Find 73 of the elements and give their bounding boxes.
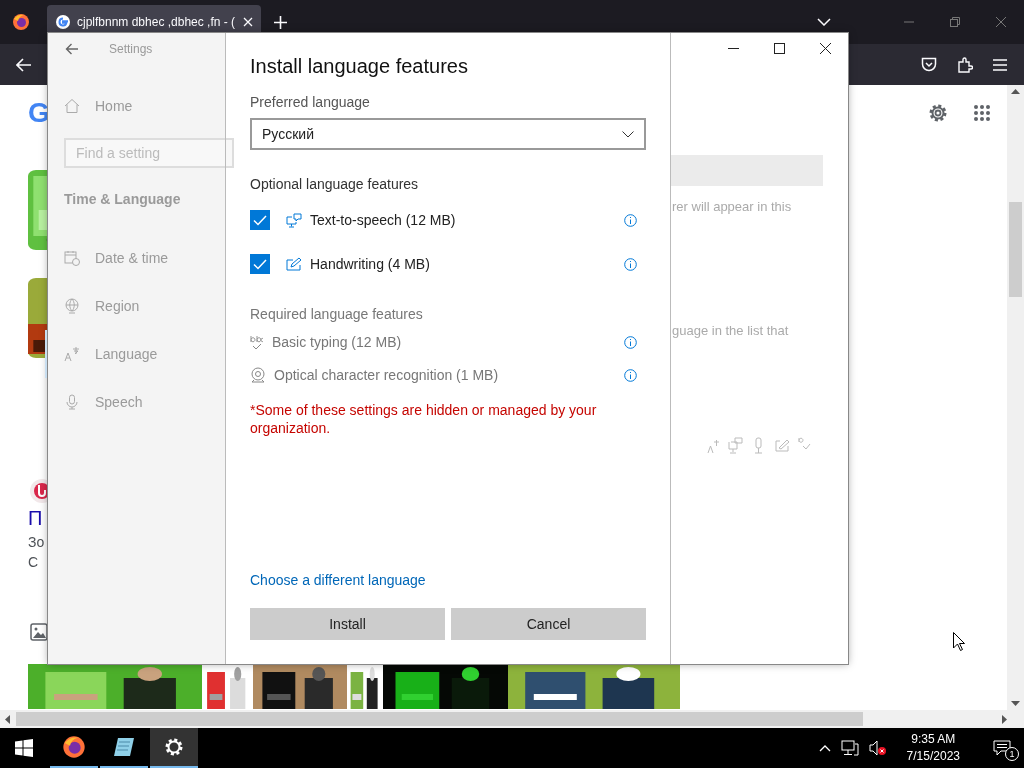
spell-check-icon: [250, 334, 264, 350]
feature-label: Basic typing (12 MB): [272, 334, 402, 350]
section-heading: Optional language features: [250, 176, 420, 192]
info-icon[interactable]: [624, 213, 637, 227]
notification-count: 1: [1005, 747, 1019, 761]
vertical-scrollbar[interactable]: [1007, 85, 1024, 710]
language-dropdown[interactable]: Русский: [250, 118, 646, 150]
clock-date[interactable]: 7/15/2023: [906, 748, 960, 765]
network-icon[interactable]: [840, 740, 859, 756]
info-icon[interactable]: [624, 335, 637, 349]
scroll-left-icon[interactable]: [5, 714, 10, 724]
calendar-clock-icon: [64, 250, 80, 266]
notepad-icon: [112, 735, 136, 759]
result-snippet: С: [28, 554, 40, 570]
notifications-button[interactable]: 1: [980, 728, 1024, 768]
globe-icon: [64, 298, 80, 314]
pen-on-pad-icon: [286, 257, 302, 271]
logo-letter[interactable]: G: [28, 97, 50, 129]
scroll-right-icon[interactable]: [1002, 714, 1007, 724]
window-title: Settings: [109, 42, 153, 56]
field-label: Preferred language: [250, 94, 371, 110]
tab-title: cjplfbnnm dbhec ,dbhec ,fn - (: [77, 15, 237, 29]
restore-icon[interactable]: [950, 17, 960, 27]
puzzle-icon[interactable]: [957, 56, 973, 73]
speech-bubble-monitor-icon: [286, 212, 302, 228]
scrollbar-thumb[interactable]: [1009, 202, 1022, 297]
chevron-down-icon[interactable]: [817, 18, 831, 26]
scroll-down-icon[interactable]: [1011, 701, 1020, 706]
description-text: rer will appear in this: [672, 199, 793, 214]
change-language-link[interactable]: Choose a different language: [250, 572, 646, 588]
dialog-button[interactable]: Install: [250, 608, 445, 640]
checkbox[interactable]: [250, 254, 270, 274]
chevron-up-icon[interactable]: [818, 744, 831, 752]
muted-speaker-icon[interactable]: [868, 740, 887, 756]
home-icon: [64, 98, 80, 114]
dialog-title: Install language features: [250, 55, 469, 78]
settings-icon: [163, 736, 185, 758]
result-snippet: Зо: [28, 534, 46, 550]
microphone-icon: [64, 394, 80, 410]
mouse-cursor-icon: [953, 632, 965, 651]
message-icon: [993, 740, 1011, 756]
maximize-icon[interactable]: [774, 43, 785, 54]
pocket-icon[interactable]: [921, 57, 937, 72]
chevron-down-icon: [622, 130, 634, 138]
scroll-up-icon[interactable]: [1011, 89, 1020, 94]
new-tab-icon[interactable]: [274, 15, 287, 29]
description-text: guage in the list that: [672, 323, 790, 338]
taskbar-app[interactable]: [150, 728, 198, 768]
feature-label: Optical character recognition (1 MB): [274, 367, 499, 383]
start-icon[interactable]: [15, 739, 33, 757]
horizontal-scrollbar[interactable]: [0, 710, 1024, 728]
checkbox[interactable]: [250, 210, 270, 230]
menu-icon[interactable]: [993, 58, 1007, 71]
google-icon: [55, 14, 71, 30]
image-icon[interactable]: [30, 623, 48, 641]
section-heading: Time & Language: [63, 191, 182, 207]
language-icon: [64, 346, 80, 362]
feature-label: Text-to-speech (12 MB): [310, 212, 456, 228]
info-icon[interactable]: [624, 257, 637, 271]
section-heading: Required language features: [250, 306, 424, 322]
dialog-button[interactable]: Cancel: [451, 608, 646, 640]
firefox-icon: [62, 735, 86, 759]
webcam-icon: [250, 367, 266, 383]
close-icon[interactable]: [820, 43, 831, 54]
info-icon[interactable]: [624, 368, 637, 382]
settings-icon[interactable]: [927, 102, 949, 124]
firefox-icon[interactable]: [12, 13, 30, 31]
apps-grid-icon[interactable]: [973, 104, 991, 122]
feature-label: Handwriting (4 MB): [310, 256, 430, 272]
warning-text: *Some of these settings are hidden or managed by your organization.: [250, 401, 598, 437]
clock-time[interactable]: 9:35 AM: [911, 731, 956, 748]
scrollbar-thumb[interactable]: [16, 712, 863, 726]
search-field[interactable]: Find a setting: [64, 138, 234, 168]
